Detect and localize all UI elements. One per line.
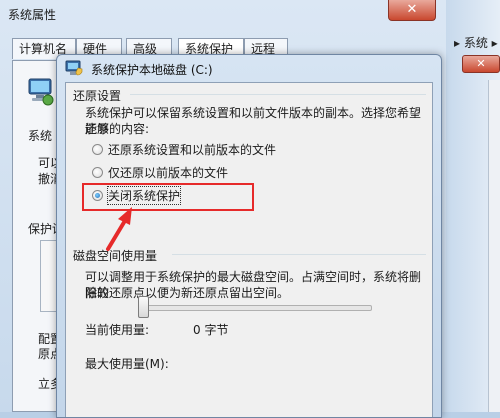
back-partial-text-1: 系统 [28,129,53,143]
radio-restore-files-only[interactable]: 仅还原以前版本的文件 [92,163,228,181]
system-properties-title: 系统属性 [8,8,57,22]
background-scrollbar[interactable] [488,80,500,412]
system-properties-close-button[interactable]: ✕ [388,0,436,21]
max-usage-label: 最大使用量(M): [85,357,169,371]
max-usage-slider-thumb[interactable] [138,296,149,318]
dialog-title: 系统保护本地磁盘 (C:) [91,63,213,77]
radio-restore-settings-and-files[interactable]: 还原系统设置和以前版本的文件 [92,140,276,158]
annotation-arrow-icon [106,207,132,251]
dialog-titlebar[interactable]: 系统保护本地磁盘 (C:) [57,55,441,81]
current-usage-value: 0 字节 [193,323,229,337]
restore-description-line2: 还原的内容: [85,122,150,136]
background-close-button[interactable]: ✕ [462,55,500,73]
computer-shield-icon [65,60,83,76]
restore-settings-heading: 还原设置 [73,89,122,103]
radio-button[interactable] [92,166,103,178]
divider [172,254,426,255]
current-usage-label: 当前使用量: [85,323,150,337]
divider [130,94,426,95]
breadcrumb[interactable]: ▸ 系统 ▸ [454,34,498,51]
disk-description-line2: 旧的还原点以便为新还原点留出空间。 [85,286,290,300]
radio-button[interactable] [92,143,103,155]
radio-label: 仅还原以前版本的文件 [108,165,229,180]
computer-icon [28,78,54,106]
max-usage-slider-track[interactable] [138,305,372,311]
radio-label: 还原系统设置和以前版本的文件 [108,142,277,157]
